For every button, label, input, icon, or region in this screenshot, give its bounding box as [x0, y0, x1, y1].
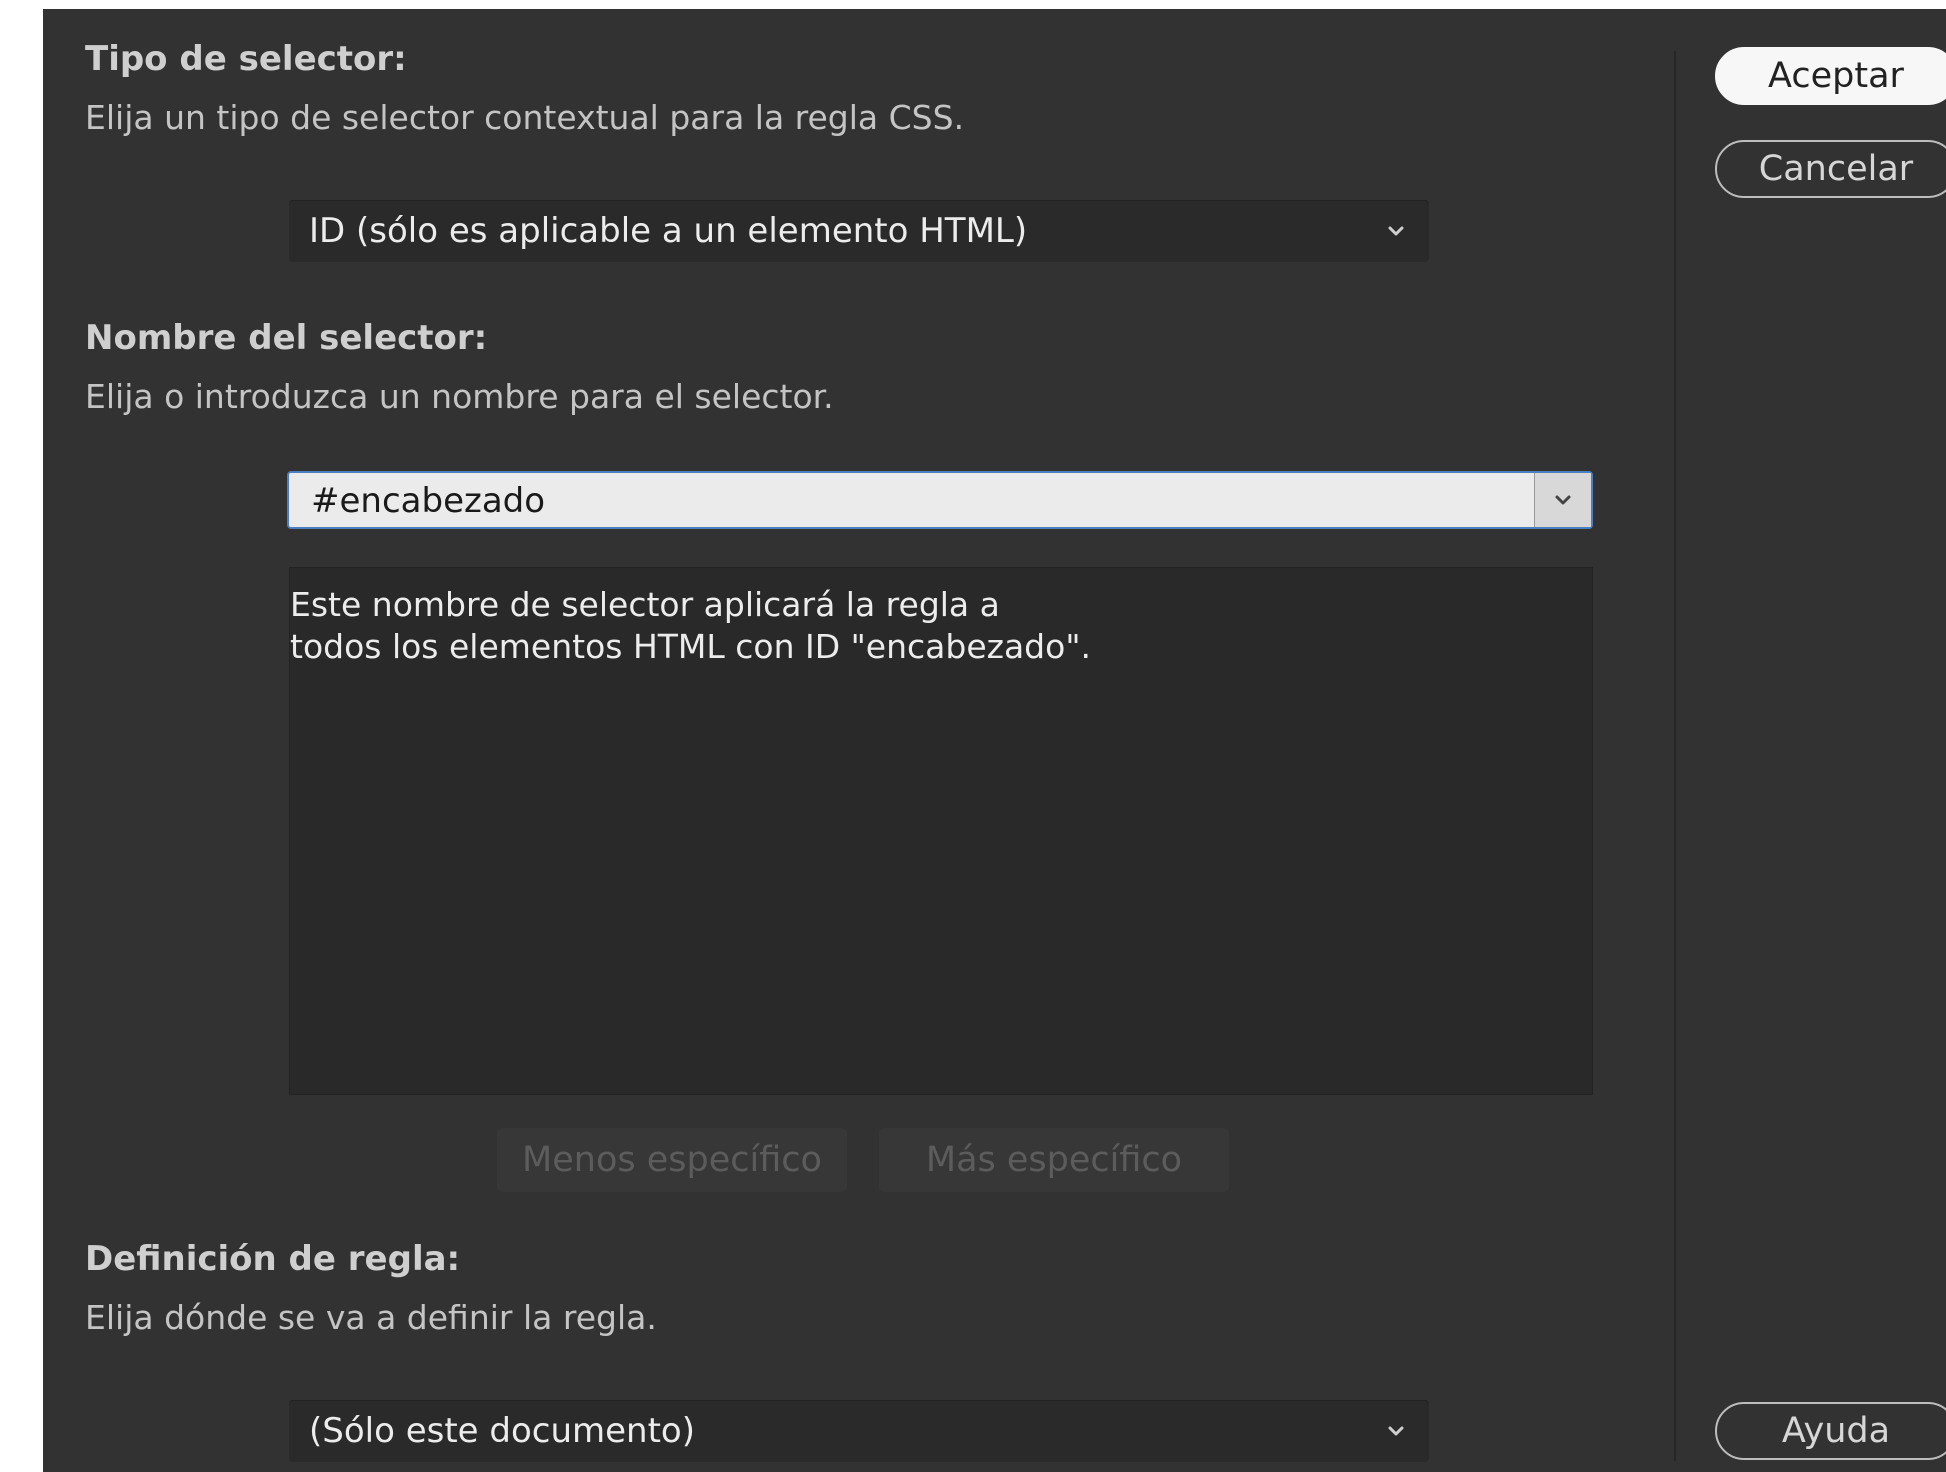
new-css-rule-dialog: Tipo de selector: Elija un tipo de selec… [43, 9, 1946, 1472]
rule-definition-description: Elija dónde se va a definir la regla. [85, 1298, 657, 1337]
selector-name-input[interactable]: #encabezado [311, 480, 545, 522]
selector-name-heading: Nombre del selector: [85, 318, 488, 358]
less-specific-button[interactable]: Menos específico [497, 1128, 847, 1192]
selector-name-description: Elija o introduzca un nombre para el sel… [85, 377, 834, 416]
selector-info-box: Este nombre de selector aplicará la regl… [289, 567, 1593, 1095]
rule-definition-select[interactable]: (Sólo este documento) [289, 1400, 1429, 1462]
chevron-down-icon [1555, 495, 1571, 505]
selector-info-line: Este nombre de selector aplicará la regl… [290, 585, 1000, 624]
selector-type-select[interactable]: ID (sólo es aplicable a un elemento HTML… [289, 200, 1429, 262]
selector-name-combobox[interactable]: #encabezado [287, 471, 1593, 529]
chevron-down-icon [1388, 226, 1404, 236]
accept-button[interactable]: Aceptar [1715, 47, 1946, 105]
rule-definition-heading: Definición de regla: [85, 1239, 461, 1279]
selector-type-value: ID (sólo es aplicable a un elemento HTML… [309, 211, 1028, 251]
selector-name-dropdown-button[interactable] [1534, 473, 1591, 527]
selector-type-heading: Tipo de selector: [85, 39, 407, 79]
more-specific-button[interactable]: Más específico [879, 1128, 1229, 1192]
column-divider [1674, 51, 1676, 1461]
selector-type-description: Elija un tipo de selector contextual par… [85, 98, 965, 137]
chevron-down-icon [1388, 1426, 1404, 1436]
rule-definition-value: (Sólo este documento) [309, 1411, 696, 1451]
help-button[interactable]: Ayuda [1715, 1402, 1946, 1460]
selector-info-text: Este nombre de selector aplicará la regl… [290, 584, 1091, 668]
selector-info-line: todos los elementos HTML con ID "encabez… [290, 627, 1091, 666]
cancel-button[interactable]: Cancelar [1715, 140, 1946, 198]
